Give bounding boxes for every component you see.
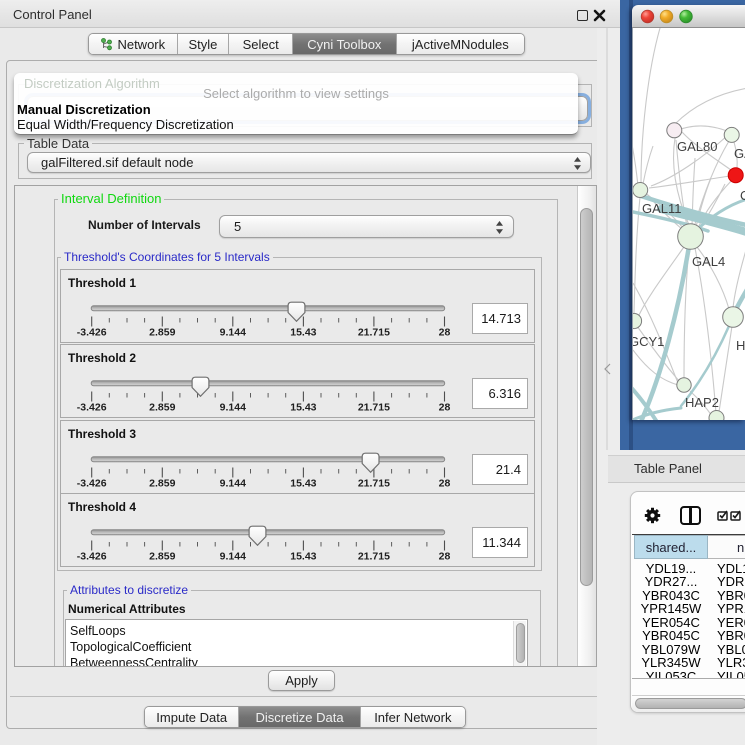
svg-text:28: 28 — [439, 326, 451, 338]
svg-text:-3.426: -3.426 — [77, 402, 107, 414]
svg-text:2.859: 2.859 — [149, 402, 175, 414]
svg-text:GAL4: GAL4 — [692, 254, 725, 269]
svg-text:21.715: 21.715 — [358, 550, 390, 562]
svg-text:GAL80: GAL80 — [677, 139, 717, 154]
svg-text:C: C — [740, 188, 745, 203]
svg-text:9.144: 9.144 — [220, 402, 246, 414]
svg-text:21.715: 21.715 — [358, 477, 390, 489]
svg-text:21.715: 21.715 — [358, 402, 390, 414]
svg-text:9.144: 9.144 — [220, 550, 246, 562]
svg-text:15.43: 15.43 — [290, 326, 316, 338]
svg-text:2.859: 2.859 — [149, 550, 175, 562]
svg-text:-3.426: -3.426 — [77, 550, 107, 562]
svg-text:28: 28 — [439, 402, 451, 414]
svg-text:28: 28 — [439, 477, 451, 489]
svg-text:28: 28 — [439, 550, 451, 562]
svg-text:HAP2: HAP2 — [685, 395, 719, 410]
svg-text:H: H — [736, 338, 745, 353]
svg-text:15.43: 15.43 — [290, 477, 316, 489]
svg-text:9.144: 9.144 — [220, 477, 246, 489]
svg-text:9.144: 9.144 — [220, 326, 246, 338]
svg-text:GA: GA — [734, 146, 745, 161]
svg-text:2.859: 2.859 — [149, 326, 175, 338]
svg-text:15.43: 15.43 — [290, 550, 316, 562]
svg-text:2.859: 2.859 — [149, 477, 175, 489]
svg-text:15.43: 15.43 — [290, 402, 316, 414]
svg-text:GAL11: GAL11 — [642, 201, 682, 216]
svg-text:-3.426: -3.426 — [77, 477, 107, 489]
svg-text:21.715: 21.715 — [358, 326, 390, 338]
svg-text:GCY1: GCY1 — [633, 334, 664, 349]
svg-text:-3.426: -3.426 — [77, 326, 107, 338]
